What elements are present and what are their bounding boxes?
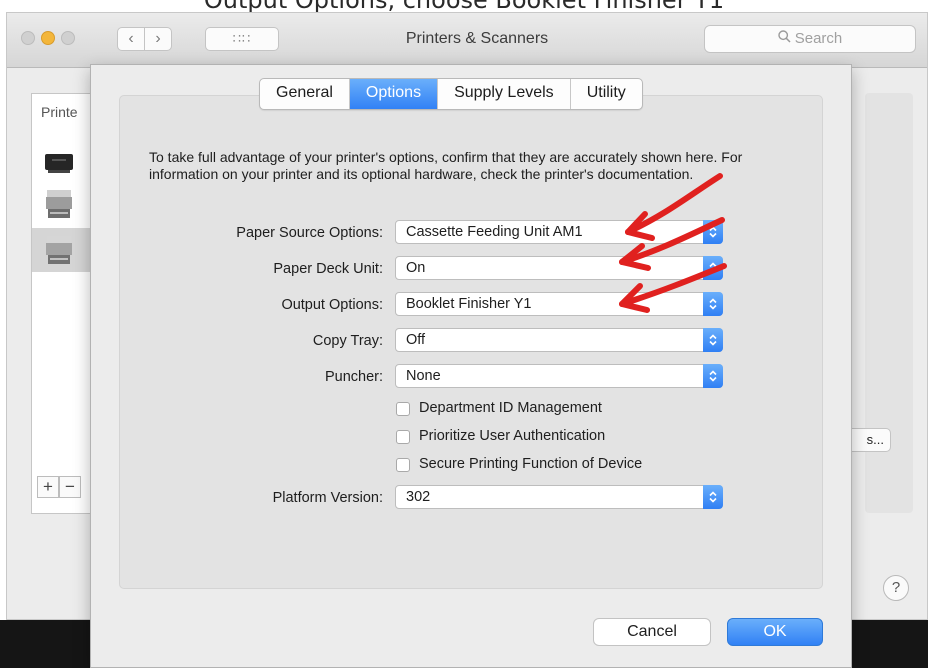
tab-supply-levels[interactable]: Supply Levels xyxy=(438,79,571,109)
paper-source-options-label: Paper Source Options: xyxy=(236,225,383,241)
remove-printer-button[interactable]: − xyxy=(59,476,81,498)
paper-source-options-select[interactable]: Cassette Feeding Unit AM1 xyxy=(395,220,723,244)
chevron-left-icon: ‹ xyxy=(128,30,134,47)
forward-button[interactable]: › xyxy=(144,27,172,51)
puncher-select[interactable]: None xyxy=(395,364,723,388)
help-button[interactable]: ? xyxy=(883,575,909,601)
chevron-right-icon: › xyxy=(155,30,161,47)
output-options-select[interactable]: Booklet Finisher Y1 xyxy=(395,292,723,316)
search-field[interactable]: Search xyxy=(704,25,916,53)
multifunction-printer-icon xyxy=(46,236,72,264)
secure-printing-function-checkbox[interactable] xyxy=(396,458,410,472)
tab-utility[interactable]: Utility xyxy=(571,79,642,109)
close-window-button[interactable] xyxy=(21,31,35,45)
up-down-arrows-icon xyxy=(703,220,723,244)
grid-icon: ∷∷ xyxy=(232,31,252,46)
puncher-label: Puncher: xyxy=(324,369,383,385)
search-placeholder: Search xyxy=(794,30,843,47)
cancel-button[interactable]: Cancel xyxy=(593,618,711,646)
window-title: Printers & Scanners xyxy=(405,30,549,47)
multifunction-printer-icon xyxy=(46,190,72,218)
platform-version-select[interactable]: 302 xyxy=(395,485,723,509)
output-options-label: Output Options: xyxy=(281,297,383,313)
prioritize-user-authentication-label: Prioritize User Authentication xyxy=(419,428,606,444)
ok-button[interactable]: OK xyxy=(727,618,823,646)
tab-options[interactable]: Options xyxy=(349,79,439,109)
up-down-arrows-icon xyxy=(703,256,723,280)
up-down-arrows-icon xyxy=(703,292,723,316)
tab-general[interactable]: General xyxy=(260,79,350,109)
tab-bar: General Options Supply Levels Utility xyxy=(259,78,643,110)
printer-black-icon xyxy=(45,154,73,173)
platform-version-label: Platform Version: xyxy=(272,490,383,506)
paper-deck-unit-label: Paper Deck Unit: xyxy=(273,261,383,277)
search-icon xyxy=(778,26,791,52)
intro-text: To take full advantage of your printer's… xyxy=(149,149,743,182)
puncher-value: None xyxy=(406,368,441,384)
department-id-management-checkbox[interactable] xyxy=(396,402,410,416)
up-down-arrows-icon xyxy=(703,364,723,388)
title-bar: ‹ › ∷∷ Printers & Scanners Search xyxy=(7,13,927,68)
back-button[interactable]: ‹ xyxy=(117,27,145,51)
copy-tray-label: Copy Tray: xyxy=(312,333,383,349)
copy-tray-value: Off xyxy=(406,332,426,348)
department-id-management-label: Department ID Management xyxy=(419,400,602,416)
paper-source-options-value: Cassette Feeding Unit AM1 xyxy=(406,224,583,240)
show-all-button[interactable]: ∷∷ xyxy=(205,27,279,51)
paper-deck-unit-select[interactable]: On xyxy=(395,256,723,280)
platform-version-value: 302 xyxy=(406,489,431,505)
output-options-value: Booklet Finisher Y1 xyxy=(406,296,532,312)
secure-printing-function-label: Secure Printing Function of Device xyxy=(419,456,643,472)
zoom-window-button[interactable] xyxy=(61,31,75,45)
up-down-arrows-icon xyxy=(703,485,723,509)
prioritize-user-authentication-checkbox[interactable] xyxy=(396,430,410,444)
printer-options-sheet: General Options Supply Levels Utility To… xyxy=(90,64,852,668)
paper-deck-unit-value: On xyxy=(406,260,426,276)
copy-tray-select[interactable]: Off xyxy=(395,328,723,352)
minimize-window-button[interactable] xyxy=(41,31,55,45)
up-down-arrows-icon xyxy=(703,328,723,352)
add-printer-button[interactable]: + xyxy=(37,476,59,498)
printers-list-header: Printe xyxy=(41,104,78,120)
options-supplies-button[interactable]: s... xyxy=(847,428,891,452)
